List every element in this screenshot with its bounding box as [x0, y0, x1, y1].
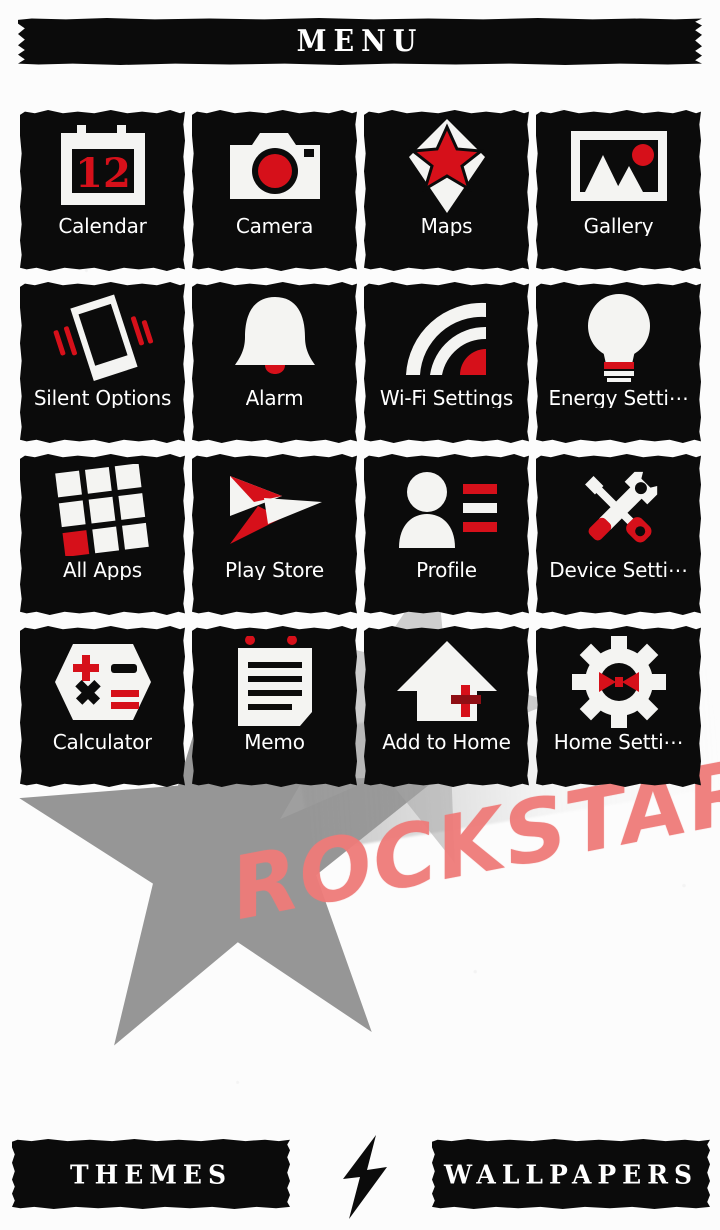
wallpapers-button[interactable]: WALLPAPERS	[432, 1139, 710, 1209]
app-tile-energy-setti[interactable]: Energy Setti⋯	[536, 282, 701, 443]
app-tile-device-setti[interactable]: Device Setti⋯	[536, 454, 701, 615]
wifi-icon	[364, 282, 529, 390]
map-pin-star-icon	[364, 110, 529, 218]
play-store-icon	[192, 454, 357, 562]
lightbulb-icon	[536, 282, 701, 390]
app-tile-gallery[interactable]: Gallery	[536, 110, 701, 271]
app-root: ROCKSTAR MENU 12 Calendar Camera Maps Ga…	[0, 0, 720, 1230]
lightning-bolt-icon	[325, 1133, 405, 1221]
app-tile-label: Home Setti⋯	[553, 732, 684, 752]
app-tile-label: Add to Home	[382, 732, 511, 752]
app-tile-label: Device Setti⋯	[549, 560, 688, 580]
app-tile-maps[interactable]: Maps	[364, 110, 529, 271]
app-tile-home-setti[interactable]: Home Setti⋯	[536, 626, 701, 787]
app-tile-camera[interactable]: Camera	[192, 110, 357, 271]
notepad-icon	[192, 626, 357, 734]
app-tile-add-to-home[interactable]: Add to Home	[364, 626, 529, 787]
gear-icon	[536, 626, 701, 734]
app-tile-calendar[interactable]: 12 Calendar	[20, 110, 185, 271]
gallery-photo-icon	[536, 110, 701, 218]
app-tile-label: Memo	[244, 732, 305, 752]
app-tile-label: Energy Setti⋯	[548, 388, 689, 408]
app-grid: 12 Calendar Camera Maps Gallery Silent O…	[20, 110, 701, 787]
menu-header-bar: MENU	[18, 18, 702, 65]
calendar-icon: 12	[20, 110, 185, 218]
app-tile-label: Alarm	[245, 388, 304, 408]
app-tile-alarm[interactable]: Alarm	[192, 282, 357, 443]
app-tile-label: Silent Options	[33, 388, 172, 408]
vibrate-phone-icon	[20, 282, 185, 390]
app-tile-calculator[interactable]: Calculator	[20, 626, 185, 787]
profile-person-icon	[364, 454, 529, 562]
app-tile-label: Play Store	[225, 560, 324, 580]
app-tile-label: Profile	[416, 560, 477, 580]
svg-text:12: 12	[75, 150, 131, 197]
wrench-screwdriver-icon	[536, 454, 701, 562]
app-tile-silent-options[interactable]: Silent Options	[20, 282, 185, 443]
camera-icon	[192, 110, 357, 218]
themes-button[interactable]: THEMES	[12, 1139, 290, 1209]
app-tile-profile[interactable]: Profile	[364, 454, 529, 615]
footer-bar: THEMES WALLPAPERS	[0, 1135, 720, 1219]
app-tile-label: Wi-Fi Settings	[379, 388, 514, 408]
app-tile-label: Camera	[235, 216, 314, 236]
app-grid-icon	[20, 454, 185, 562]
wallpapers-button-label: WALLPAPERS	[443, 1158, 699, 1190]
app-tile-memo[interactable]: Memo	[192, 626, 357, 787]
calculator-icon	[20, 626, 185, 734]
app-tile-label: Gallery	[583, 216, 654, 236]
app-tile-play-store[interactable]: Play Store	[192, 454, 357, 615]
themes-button-label: THEMES	[69, 1158, 233, 1190]
app-tile-all-apps[interactable]: All Apps	[20, 454, 185, 615]
app-tile-label: Calendar	[58, 216, 147, 236]
house-plus-icon	[364, 626, 529, 734]
app-tile-label: All Apps	[62, 560, 143, 580]
app-tile-wi-fi-settings[interactable]: Wi-Fi Settings	[364, 282, 529, 443]
page-title: MENU	[296, 24, 424, 59]
app-tile-label: Maps	[420, 216, 473, 236]
app-tile-label: Calculator	[52, 732, 153, 752]
bell-icon	[192, 282, 357, 390]
